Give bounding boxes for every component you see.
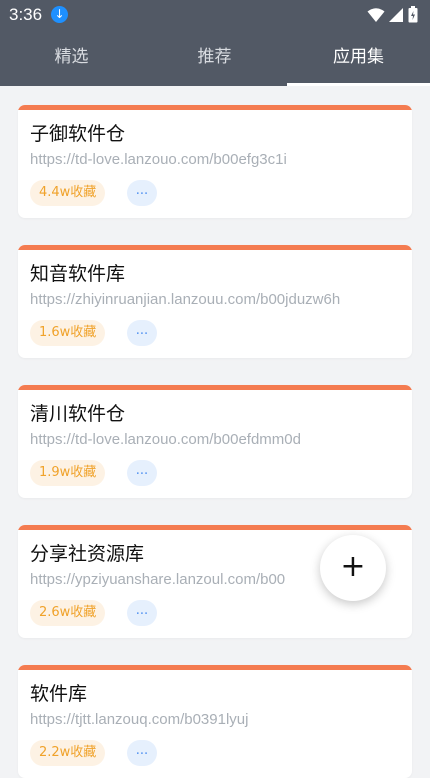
favorites-badge: 4.4w收藏 [30,180,106,206]
tab-featured[interactable]: 精选 [0,30,143,86]
card-url[interactable]: https://td-love.lanzouo.com/b00efdmm0d [30,431,301,448]
tab-bar: 精选 推荐 应用集 [0,30,430,86]
more-badge[interactable]: ... [127,740,157,766]
card-accent-bar [18,105,412,110]
favorites-badge: 2.6w收藏 [30,600,106,626]
card-url[interactable]: https://ypziyuanshare.lanzoul.com/b00 [30,571,285,588]
system-icons [367,6,418,23]
card-url[interactable]: https://td-love.lanzouo.com/b00efg3c1i [30,151,287,168]
more-badge[interactable]: ... [127,320,157,346]
more-badge[interactable]: ... [127,180,157,206]
card-title: 软件库 [30,683,88,705]
status-bar: 3:36 ↓ [0,0,430,30]
card-accent-bar [18,665,412,670]
favorites-badge: 2.2w收藏 [30,740,106,766]
favorites-badge: 1.6w收藏 [30,320,106,346]
signal-icon [389,7,403,22]
more-badge[interactable]: ... [127,460,157,486]
card-title: 知音软件库 [30,263,126,285]
favorites-badge: 1.9w收藏 [30,460,106,486]
card-title: 子御软件仓 [30,123,126,145]
card-title: 分享社资源库 [30,543,145,565]
collection-card[interactable]: 清川软件仓 https://td-love.lanzouo.com/b00efd… [18,385,412,498]
card-accent-bar [18,525,412,530]
collection-card[interactable]: 子御软件仓 https://td-love.lanzouo.com/b00efg… [18,105,412,218]
card-url[interactable]: https://tjtt.lanzouq.com/b0391lyuj [30,711,248,728]
tab-app-collections[interactable]: 应用集 [287,30,430,86]
status-time: 3:36 [9,5,43,24]
add-collection-button[interactable]: + [320,535,386,601]
card-url[interactable]: https://zhiyinruanjian.lanzouu.com/b00jd… [30,291,340,308]
battery-icon [408,6,418,23]
plus-icon: + [340,549,366,584]
tab-recommended[interactable]: 推荐 [143,30,286,86]
collection-card[interactable]: 知音软件库 https://zhiyinruanjian.lanzouu.com… [18,245,412,358]
more-badge[interactable]: ... [127,600,157,626]
card-accent-bar [18,385,412,390]
collection-card[interactable]: 软件库 https://tjtt.lanzouq.com/b0391lyuj 2… [18,665,412,778]
download-icon: ↓ [51,6,68,23]
card-title: 清川软件仓 [30,403,126,425]
wifi-icon [367,7,385,22]
active-tab-indicator [287,83,430,86]
card-accent-bar [18,245,412,250]
